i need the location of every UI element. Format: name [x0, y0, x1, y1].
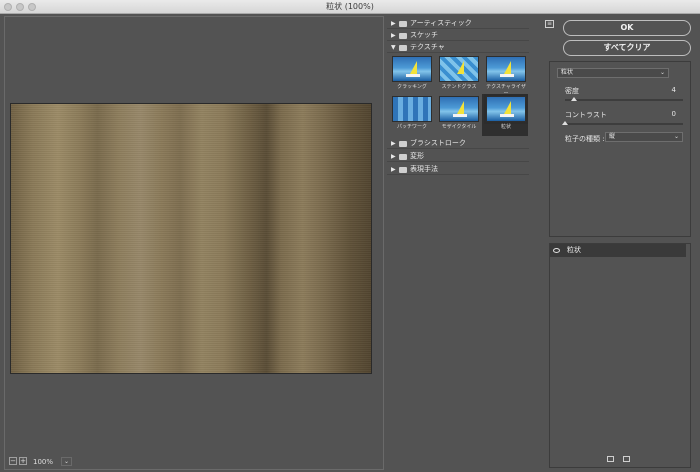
- category-distort[interactable]: ▶ 変形: [387, 151, 529, 162]
- category-label: ブラシストローク: [410, 139, 466, 147]
- thumb-craquelure[interactable]: [392, 56, 432, 82]
- intensity-value[interactable]: 4: [652, 86, 676, 95]
- filter-gallery: ▶ アーティスティック ▶ スケッチ ▼ テクスチャ クラッキング ステンドグラ…: [387, 16, 531, 470]
- category-label: スケッチ: [410, 31, 438, 39]
- category-artistic[interactable]: ▶ アーティスティック: [387, 18, 529, 29]
- category-label: 変形: [410, 152, 424, 160]
- category-label: 表現手法: [410, 165, 438, 173]
- settings-panel: ≡ OK すべてクリア 粒状 ⌄ 密度 4 コントラスト 0 粒子の種類 : 縦…: [545, 16, 695, 470]
- thumb-label: 粒状: [500, 124, 511, 130]
- thumb-label: モザイクタイル: [441, 124, 477, 130]
- expand-arrow-icon: ▶: [391, 153, 396, 160]
- chevron-down-icon: ⌄: [673, 133, 679, 140]
- category-label: テクスチャ: [410, 43, 445, 51]
- category-stylize[interactable]: ▶ 表現手法: [387, 164, 529, 175]
- folder-icon: [399, 45, 407, 51]
- expand-arrow-icon: ▶: [391, 32, 396, 39]
- intensity-slider-thumb[interactable]: [570, 97, 577, 101]
- thumb-stained-glass[interactable]: [439, 56, 479, 82]
- eye-icon[interactable]: [553, 248, 560, 253]
- clear-all-button[interactable]: すべてクリア: [563, 40, 691, 56]
- category-sketch[interactable]: ▶ スケッチ: [387, 30, 529, 41]
- contrast-slider[interactable]: [562, 121, 683, 125]
- preview-image[interactable]: [10, 103, 372, 374]
- chevron-down-icon: ⌄: [659, 69, 665, 76]
- folder-icon: [399, 141, 407, 147]
- category-label: アーティスティック: [410, 19, 472, 27]
- thumb-texturizer[interactable]: [486, 56, 526, 82]
- zoom-level: 100%: [33, 458, 54, 466]
- zoom-out-button[interactable]: −: [9, 457, 17, 465]
- preview-pane: − + 100% ⌄: [4, 16, 384, 470]
- grain-type-select[interactable]: 縦 ⌄: [605, 132, 683, 142]
- filter-select-value: 粒状: [561, 69, 574, 76]
- expand-arrow-icon: ▶: [391, 166, 396, 173]
- thumb-label: パッチワーク: [396, 124, 427, 130]
- contrast-label: コントラスト: [565, 111, 607, 119]
- grain-type-label: 粒子の種類 :: [565, 135, 605, 143]
- ok-button[interactable]: OK: [563, 20, 691, 36]
- title-bar: 粒状 (100%): [0, 0, 700, 14]
- category-texture[interactable]: ▼ テクスチャ: [387, 42, 529, 53]
- new-effect-layer-icon[interactable]: [607, 456, 614, 462]
- effect-layers-box: 粒状: [549, 243, 691, 468]
- thumb-label: テクスチャライザー: [486, 84, 526, 97]
- thumb-patchwork[interactable]: [392, 96, 432, 122]
- intensity-label: 密度: [565, 87, 579, 95]
- trash-icon[interactable]: [623, 456, 630, 462]
- collapse-arrow-icon: ▼: [391, 44, 396, 51]
- contrast-slider-thumb[interactable]: [562, 121, 568, 125]
- effect-layer-name: 粒状: [567, 246, 581, 254]
- category-brush-strokes[interactable]: ▶ ブラシストローク: [387, 138, 529, 149]
- thumb-grain[interactable]: [484, 94, 528, 124]
- window-title: 粒状 (100%): [326, 2, 374, 11]
- folder-icon: [399, 154, 407, 160]
- thumb-label: ステンドグラス: [441, 84, 477, 90]
- folder-icon: [399, 167, 407, 173]
- zoom-in-button[interactable]: +: [19, 457, 27, 465]
- thumb-mosaic-tiles[interactable]: [439, 96, 479, 122]
- expand-arrow-icon: ▶: [391, 20, 396, 27]
- grain-type-value: 縦: [609, 133, 616, 140]
- folder-icon: [399, 21, 407, 27]
- filter-options-box: 粒状 ⌄ 密度 4 コントラスト 0 粒子の種類 : 縦 ⌄: [549, 61, 691, 237]
- gallery-toggle-icon[interactable]: ≡: [545, 20, 554, 28]
- thumb-label: クラッキング: [397, 84, 427, 90]
- expand-arrow-icon: ▶: [391, 140, 396, 147]
- effect-layer-row[interactable]: 粒状: [550, 244, 686, 257]
- intensity-slider[interactable]: [565, 97, 683, 101]
- zoom-dropdown[interactable]: ⌄: [61, 457, 72, 466]
- contrast-value[interactable]: 0: [652, 110, 676, 119]
- filter-select[interactable]: 粒状 ⌄: [557, 68, 669, 78]
- folder-icon: [399, 33, 407, 39]
